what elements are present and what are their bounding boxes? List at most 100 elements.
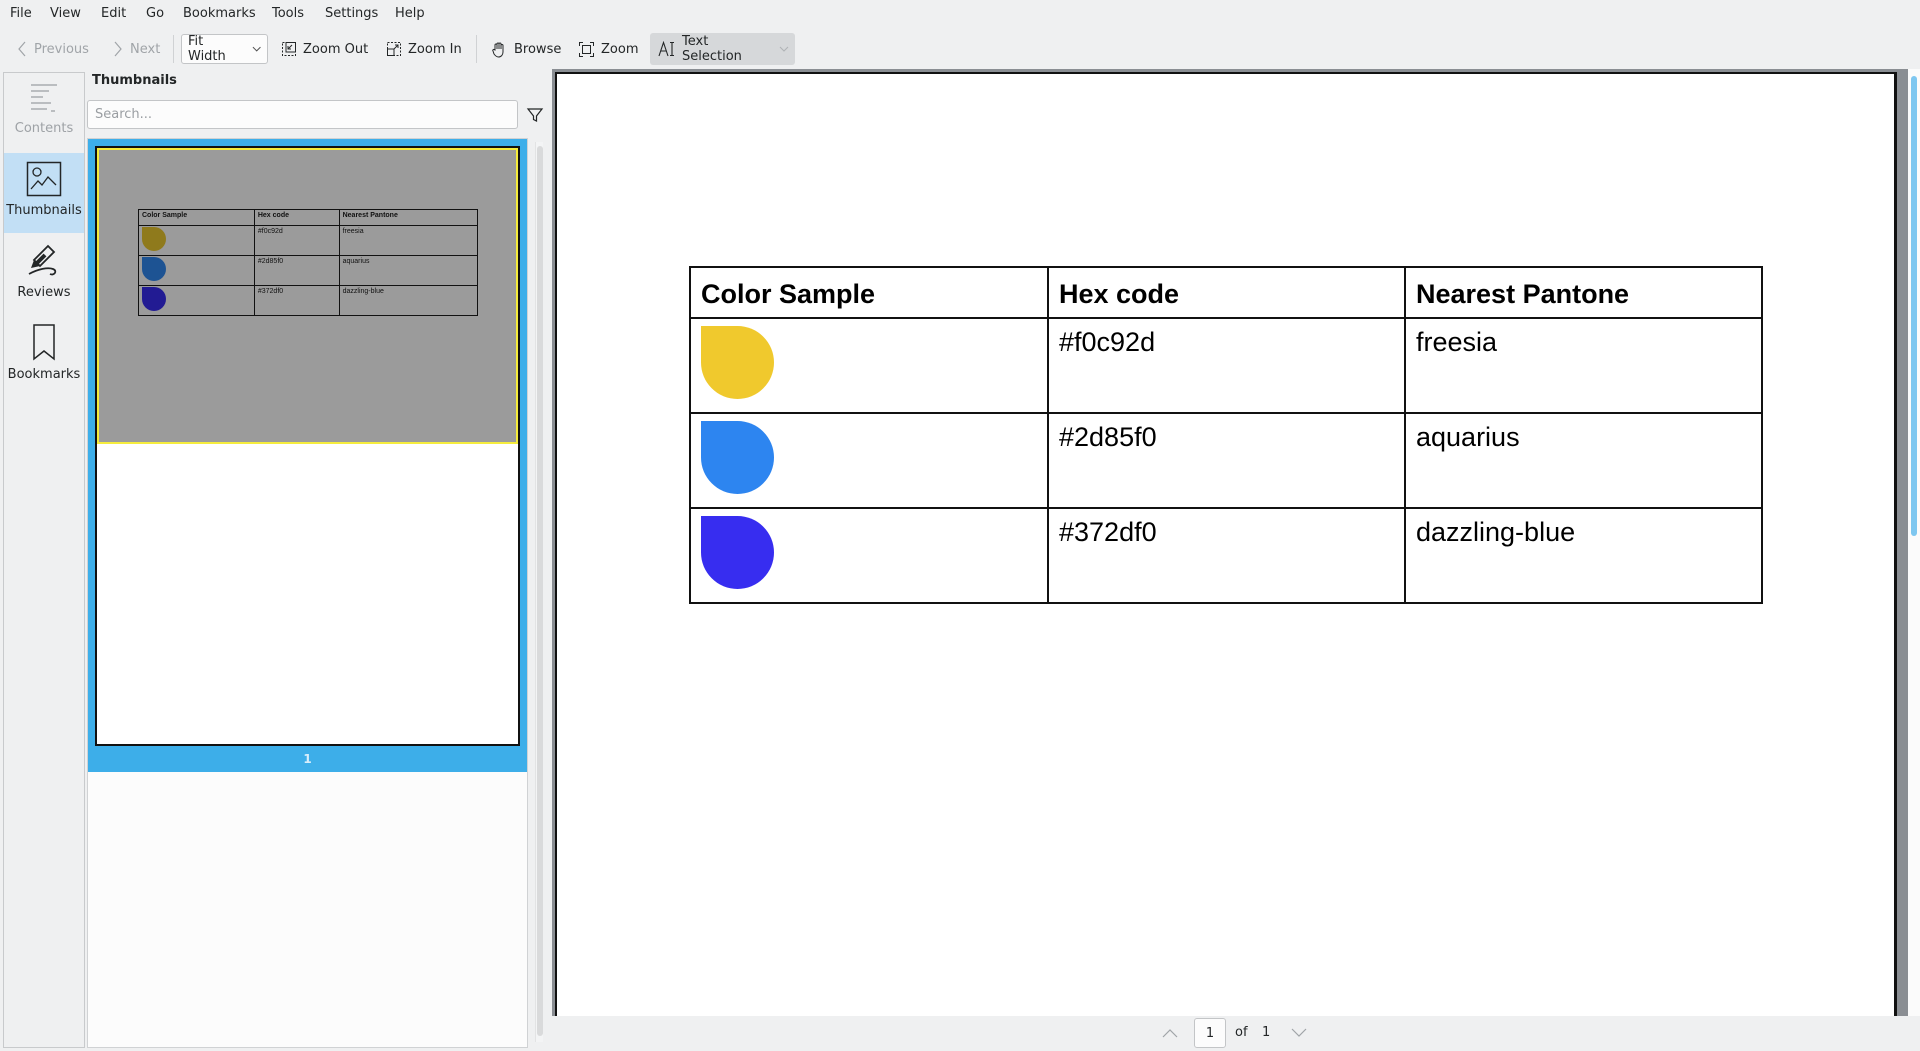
table-row: #372df0 dazzling-blue xyxy=(689,507,1763,604)
previous-page-icon[interactable] xyxy=(1160,1024,1180,1042)
hex-cell: #f0c92d xyxy=(1047,317,1406,414)
sidebar: Contents Thumbnails Reviews Bookmarks xyxy=(3,72,85,1048)
next-button[interactable]: Next xyxy=(106,33,166,65)
toolbar-separator xyxy=(476,35,477,63)
document-page[interactable]: Color Sample Hex code Nearest Pantone #f… xyxy=(555,72,1897,1016)
zoom-mode-select[interactable]: Fit Width xyxy=(181,34,268,64)
column-header-nearest-pantone: Nearest Pantone xyxy=(1404,266,1763,319)
document-scrollbar[interactable] xyxy=(1908,69,1920,1016)
document-view[interactable]: Color Sample Hex code Nearest Pantone #f… xyxy=(552,69,1908,1016)
table-row: #2d85f0 aquarius xyxy=(689,412,1763,509)
thumbnails-panel: Thumbnails Color Sample Hex code Nearest… xyxy=(86,70,548,1050)
scrollbar-thumb[interactable] xyxy=(537,146,543,1036)
table-row: #f0c92d freesia xyxy=(689,317,1763,414)
contents-icon xyxy=(31,84,57,112)
sidebar-item-bookmarks[interactable]: Bookmarks xyxy=(4,315,84,393)
thumbnail-scrollbar[interactable] xyxy=(535,142,543,1042)
chevron-right-icon xyxy=(114,41,122,57)
text-selection-tool-button[interactable]: Text Selection xyxy=(650,33,795,65)
table-header-row: Color Sample Hex code Nearest Pantone xyxy=(689,266,1763,319)
thumbnail-table: Color Sample Hex code Nearest Pantone #f… xyxy=(138,209,479,316)
mini-color-swatch xyxy=(142,287,166,311)
total-pages: 1 xyxy=(1262,1025,1271,1040)
sidebar-item-label: Reviews xyxy=(17,285,71,300)
browse-tool-button[interactable]: Browse xyxy=(485,33,567,65)
menu-go[interactable]: Go xyxy=(146,6,164,21)
page-navigation-bar: of 1 xyxy=(552,1016,1920,1051)
mini-pantone: dazzling-blue xyxy=(338,285,479,316)
thumbnails-icon xyxy=(26,161,62,197)
mini-color-swatch xyxy=(142,257,166,281)
thumbnail-page-number: 1 xyxy=(303,752,312,766)
hex-cell: #372df0 xyxy=(1047,507,1406,604)
of-label: of xyxy=(1235,1025,1248,1040)
mini-hex: #f0c92d xyxy=(253,225,340,256)
scrollbar-thumb[interactable] xyxy=(1911,76,1917,536)
column-header-hex-code: Hex code xyxy=(1047,266,1406,319)
mini-header: Color Sample xyxy=(138,209,255,226)
menu-settings[interactable]: Settings xyxy=(325,6,378,21)
chevron-down-icon[interactable] xyxy=(779,46,789,52)
next-page-icon[interactable] xyxy=(1289,1024,1309,1042)
mini-hex: #372df0 xyxy=(253,285,340,316)
pantone-cell: aquarius xyxy=(1404,412,1763,509)
zoom-tool-label: Zoom xyxy=(601,41,639,57)
thumbnails-panel-title: Thumbnails xyxy=(92,73,177,88)
zoom-in-label: Zoom In xyxy=(408,41,462,57)
mini-color-swatch xyxy=(142,227,166,251)
text-selection-label: Text Selection xyxy=(682,34,742,64)
previous-label: Previous xyxy=(34,41,89,57)
color-sample-cell xyxy=(689,317,1049,414)
mini-pantone: aquarius xyxy=(338,255,479,286)
sidebar-item-label: Contents xyxy=(14,121,74,136)
color-swatch xyxy=(701,326,774,399)
zoom-tool-icon xyxy=(579,41,594,57)
previous-button[interactable]: Previous xyxy=(10,33,95,65)
color-swatch xyxy=(701,516,774,589)
color-sample-cell xyxy=(689,507,1049,604)
sidebar-item-contents[interactable]: Contents xyxy=(4,73,84,151)
chevron-down-icon xyxy=(252,46,261,52)
chevron-left-icon xyxy=(18,41,26,57)
page-number-input[interactable] xyxy=(1194,1018,1226,1048)
zoom-out-button[interactable]: Zoom Out xyxy=(275,33,374,65)
sidebar-item-label: Thumbnails xyxy=(6,203,82,218)
bookmarks-icon xyxy=(33,324,55,361)
zoom-in-button[interactable]: Zoom In xyxy=(380,33,468,65)
reviews-icon xyxy=(28,244,57,276)
color-table: Color Sample Hex code Nearest Pantone #f… xyxy=(689,266,1763,604)
thumbnail-list: Color Sample Hex code Nearest Pantone #f… xyxy=(87,138,528,1048)
menu-help[interactable]: Help xyxy=(395,6,425,21)
zoom-out-label: Zoom Out xyxy=(303,41,369,57)
sidebar-item-thumbnails[interactable]: Thumbnails xyxy=(4,153,84,233)
hex-cell: #2d85f0 xyxy=(1047,412,1406,509)
mini-header: Nearest Pantone xyxy=(338,209,479,226)
menu-tools[interactable]: Tools xyxy=(272,6,304,21)
zoom-tool-button[interactable]: Zoom xyxy=(572,33,644,65)
pantone-cell: freesia xyxy=(1404,317,1763,414)
menu-file[interactable]: File xyxy=(10,6,32,21)
menu-view[interactable]: View xyxy=(50,6,81,21)
visible-area-indicator[interactable]: Color Sample Hex code Nearest Pantone #f… xyxy=(97,148,518,444)
zoom-in-icon xyxy=(387,42,401,56)
text-selection-icon xyxy=(658,41,674,57)
toolbar-separator xyxy=(173,35,174,63)
menu-bar: File View Edit Go Bookmarks Tools Settin… xyxy=(0,0,1920,30)
sidebar-item-reviews[interactable]: Reviews xyxy=(4,235,84,313)
color-sample-cell xyxy=(689,412,1049,509)
menu-edit[interactable]: Edit xyxy=(101,6,126,21)
menu-bookmarks[interactable]: Bookmarks xyxy=(183,6,256,21)
hand-icon xyxy=(492,42,504,58)
zoom-mode-value: Fit Width xyxy=(188,34,226,64)
thumbnail-page-image[interactable]: Color Sample Hex code Nearest Pantone #f… xyxy=(95,146,520,746)
mini-pantone: freesia xyxy=(338,225,479,256)
mini-header: Hex code xyxy=(253,209,340,226)
thumbnail-search-input[interactable] xyxy=(87,100,518,129)
filter-icon[interactable] xyxy=(526,106,544,124)
thumbnail-page-1[interactable]: Color Sample Hex code Nearest Pantone #f… xyxy=(88,139,527,772)
next-label: Next xyxy=(130,41,161,57)
browse-label: Browse xyxy=(514,41,562,57)
sidebar-item-label: Bookmarks xyxy=(7,367,81,382)
pantone-cell: dazzling-blue xyxy=(1404,507,1763,604)
toolbar: Previous Next Fit Width Zoom Out Zoom In… xyxy=(0,31,1920,67)
